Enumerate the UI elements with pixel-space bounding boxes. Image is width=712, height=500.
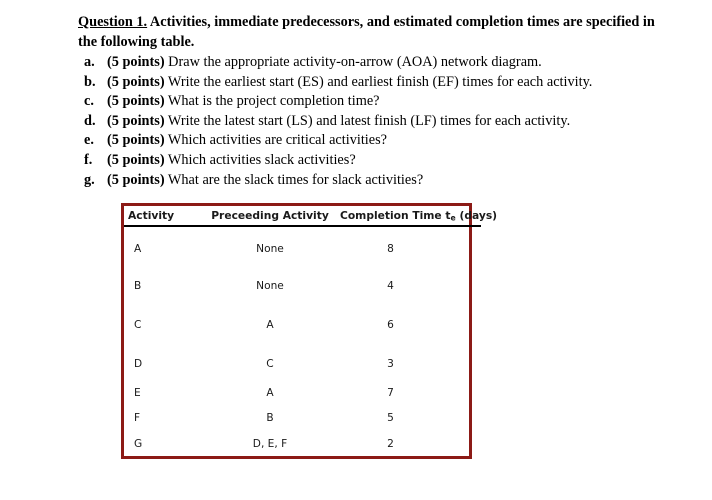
cell-completion-time: 7 (387, 386, 394, 399)
subquestion-item: c. (5 points) What is the project complet… (78, 92, 656, 112)
column-header-preceding-activity: Preceeding Activity (206, 206, 334, 227)
cell-completion-time: 5 (387, 411, 394, 424)
subquestion-points: (5 points) (107, 112, 165, 129)
subquestion-marker: d. (84, 112, 96, 129)
cell-completion-time: 2 (387, 438, 394, 450)
cell-activity: G (134, 438, 143, 450)
table-row: G D, E, F 2 (124, 430, 481, 458)
subquestion-points: (5 points) (107, 93, 165, 110)
subquestion-marker: f. (84, 151, 93, 168)
subquestion-text: Draw the appropriate activity-on-arrow (… (164, 54, 542, 70)
subquestion-points: (5 points) (107, 54, 165, 70)
subquestion-text: Which activities are critical activities… (164, 132, 388, 149)
column-header-activity: Activity (124, 206, 206, 227)
table-row: E A 7 (124, 380, 481, 405)
subquestion-text: Write the latest start (LS) and latest f… (164, 112, 571, 129)
subquestion-points: (5 points) (107, 171, 165, 188)
subquestion-text: Which activities slack activities? (164, 151, 356, 168)
subquestion-text: Write the earliest start (ES) and earlie… (164, 73, 593, 90)
cell-preceding-activity: A (266, 386, 274, 399)
subquestion-points: (5 points) (107, 151, 165, 168)
subquestion-item: e. (5 points) Which activities are critic… (78, 131, 656, 151)
activity-table-container: Activity Preceeding Activity Completion … (121, 203, 497, 459)
subquestion-text: What are the slack times for slack activ… (164, 171, 424, 188)
table-row: F B 5 (124, 405, 481, 430)
table-header: Activity Preceeding Activity Completion … (124, 206, 497, 227)
cell-preceding-activity: D, E, F (252, 438, 288, 450)
cell-completion-time: 8 (387, 242, 394, 255)
cell-preceding-activity: A (266, 319, 274, 331)
table-row: D C 3 (124, 348, 481, 380)
subquestion-marker: g. (84, 171, 95, 188)
subquestion-points: (5 points) (107, 132, 165, 149)
cell-activity: B (134, 280, 142, 292)
cell-preceding-activity: B (266, 411, 274, 424)
subquestion-text: What is the project completion time? (164, 93, 380, 110)
activity-table: Activity Preceeding Activity Completion … (124, 206, 497, 458)
cell-completion-time: 3 (387, 358, 394, 370)
table-body: A None 8 B None 4 C A 6 D C 3 E A 7 F B 5 G D, E, F 2 (124, 226, 481, 458)
cell-completion-time: 6 (387, 319, 394, 331)
table-header-row: Activity Preceeding Activity Completion … (124, 206, 497, 227)
cell-completion-time: 4 (387, 280, 394, 292)
table-row: B None 4 (124, 270, 481, 302)
cell-preceding-activity: None (256, 280, 284, 292)
cell-activity: E (134, 386, 141, 399)
cell-activity: A (134, 242, 142, 255)
cell-preceding-activity: None (256, 242, 284, 255)
subquestion-item: d. (5 points) Write the latest start (LS)… (78, 112, 656, 132)
subquestion-points: (5 points) (107, 73, 165, 90)
question-block: Question 1. Activities, immediate predec… (78, 13, 656, 190)
question-intro-text: Activities, immediate predecessors, and … (78, 14, 655, 50)
completion-time-prefix: Completion Time t (340, 208, 451, 222)
subquestion-marker: b. (84, 73, 96, 90)
subquestion-marker: e. (84, 132, 94, 149)
table-row: C A 6 (124, 302, 481, 348)
cell-activity: D (134, 358, 143, 370)
completion-time-suffix: (days) (455, 208, 498, 222)
cell-activity: F (134, 411, 141, 424)
table-row: A None 8 (124, 226, 481, 270)
subquestion-item: b. (5 points) Write the earliest start (E… (78, 73, 656, 93)
subquestion-marker: c. (84, 93, 94, 110)
cell-activity: C (134, 319, 142, 331)
subquestion-marker: a. (84, 54, 95, 70)
subquestion-item: a. (5 points) Draw the appropriate activi… (78, 53, 656, 73)
subquestion-item: g. (5 points) What are the slack times fo… (78, 171, 656, 191)
cell-preceding-activity: C (266, 358, 274, 370)
question-label: Question 1. (78, 14, 148, 30)
question-intro-paragraph: Question 1. Activities, immediate predec… (78, 13, 656, 52)
subquestion-item: f. (5 points) Which activities slack acti… (78, 151, 656, 171)
subquestion-list: a. (5 points) Draw the appropriate activi… (78, 53, 656, 190)
column-header-completion-time: Completion Time te (days) (334, 206, 497, 227)
